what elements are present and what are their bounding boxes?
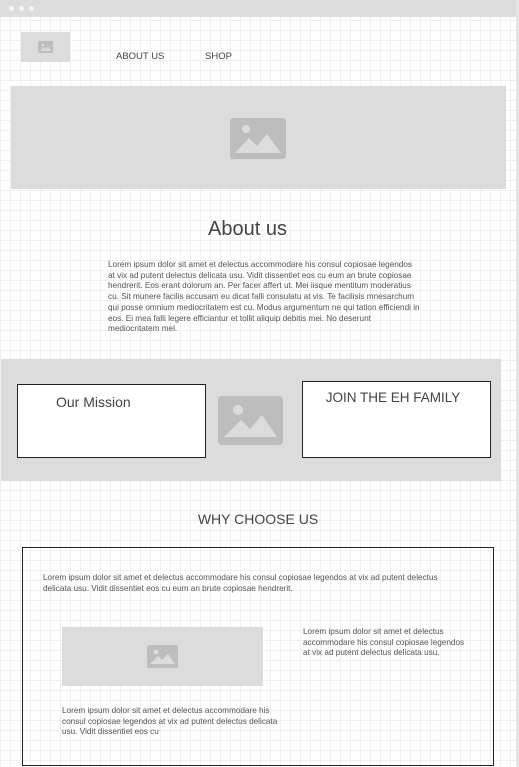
our-mission-heading: Our Mission xyxy=(56,394,131,410)
why-bottom-paragraph: Lorem ipsum dolor sit amet et delectus a… xyxy=(62,706,278,736)
image-placeholder-icon xyxy=(218,396,283,445)
about-us-paragraph: Lorem ipsum dolor sit amet et delectus a… xyxy=(108,260,420,334)
window-close-dot[interactable] xyxy=(9,6,14,11)
why-right-paragraph: Lorem ipsum dolor sit amet et delectus a… xyxy=(303,627,465,657)
hero-image-placeholder xyxy=(11,86,506,189)
window-minimize-dot[interactable] xyxy=(19,6,24,11)
image-placeholder-icon xyxy=(147,645,178,668)
nav-shop-link[interactable]: SHOP xyxy=(205,51,232,62)
why-choose-us-heading: WHY CHOOSE US xyxy=(197,511,319,527)
why-image-placeholder xyxy=(62,627,263,686)
wireframe-page: ABOUT US SHOP About us Lorem ipsum dolor… xyxy=(0,0,519,767)
why-intro-paragraph: Lorem ipsum dolor sit amet et delectus a… xyxy=(43,573,438,593)
window-titlebar xyxy=(0,0,519,17)
image-placeholder-icon xyxy=(38,41,53,53)
window-maximize-dot[interactable] xyxy=(29,6,34,11)
join-family-heading: JOIN THE EH FAMILY xyxy=(325,390,461,405)
nav-about-us-link[interactable]: ABOUT US xyxy=(116,51,164,62)
about-us-heading: About us xyxy=(208,218,287,240)
image-placeholder-icon xyxy=(230,118,286,159)
logo[interactable] xyxy=(21,32,70,62)
